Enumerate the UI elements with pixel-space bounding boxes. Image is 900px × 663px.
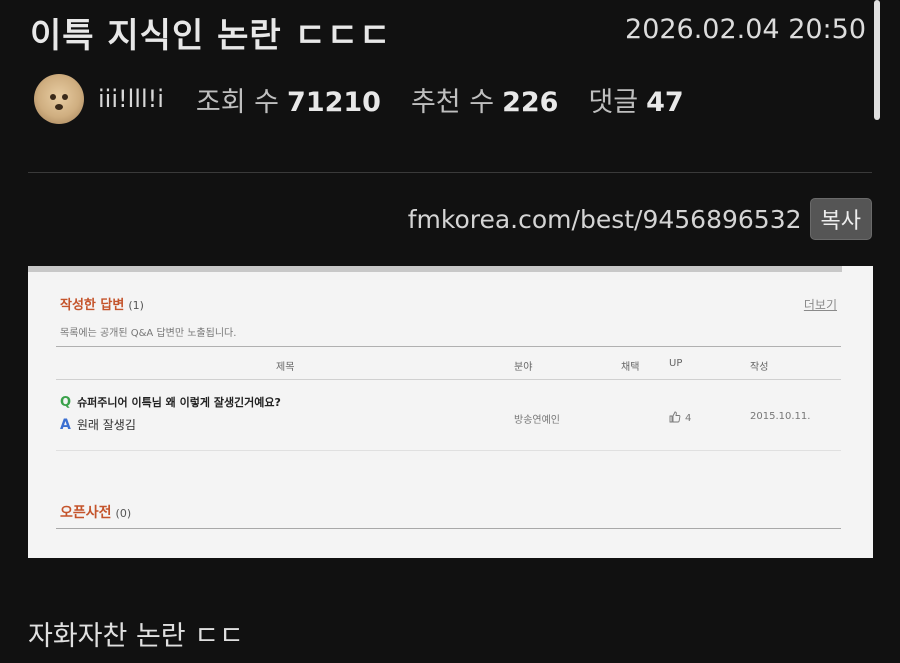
table-top-border [56,346,841,347]
question-text: 슈퍼주니어 이특님 왜 이렇게 잘생긴거예요? [77,396,281,409]
comments-stat[interactable]: 댓글 47 [588,80,683,119]
comments-count: 47 [646,86,684,118]
views-label: 조회 수 [195,86,280,118]
comments-label: 댓글 [588,86,639,118]
header-adopted: 채택 [621,362,640,373]
header-category: 분야 [514,362,533,373]
avatar-eye [62,94,68,100]
post-title: 이특 지식인 논란 ㄷㄷㄷ [30,16,392,56]
table-bottom-border [56,450,841,451]
answer-text: 원래 잘생김 [76,418,136,432]
answers-count: (1) [128,299,144,312]
header-up: UP [669,358,683,369]
dictionary-section-title: 오픈사전 (0) [60,502,131,522]
answer-mark: A [60,417,71,433]
row-category: 방송연예인 [514,415,560,426]
recommend-count: 226 [502,86,559,118]
embedded-screenshot: 작성한 답변 (1) 더보기 목록에는 공개된 Q&A 답변만 노출됩니다. 제목… [28,266,873,558]
header-divider [28,172,872,173]
avatar[interactable] [34,74,84,124]
question-mark: Q [60,395,72,410]
views-stat: 조회 수 71210 [196,80,381,119]
avatar-eye [50,94,56,100]
post-body-text: 자화자찬 논란 ㄷㄷ [28,621,244,652]
dictionary-section-border [56,528,841,529]
answers-section-label: 작성한 답변 [60,298,125,313]
header-title: 제목 [276,362,295,373]
recommend-label: 추천 수 [410,86,495,118]
views-count: 71210 [287,86,381,118]
more-link: 더보기 [803,298,837,312]
scrollbar[interactable] [874,0,880,120]
table-header-border [56,379,841,380]
answer-line: A 원래 잘생김 [60,416,136,433]
recommend-stat: 추천 수 226 [411,80,558,119]
post-datetime: 2026.02.04 20:50 [625,14,866,45]
answers-section-title: 작성한 답변 (1) [60,294,144,313]
header-date: 작성 [750,362,769,373]
copy-url-button[interactable]: 복사 [809,198,872,240]
row-up-count: 4 [685,413,692,424]
post-meta: iii!lll!i 조회 수 71210 추천 수 226 댓글 47 [34,74,714,124]
answers-note: 목록에는 공개된 Q&A 답변만 노출됩니다. [60,328,237,339]
thumbs-up-icon [669,411,681,423]
avatar-nose [55,104,63,110]
url-row: fmkorea.com/best/9456896532 복사 [408,198,872,240]
row-up: 4 [669,411,691,424]
row-date: 2015.10.11. [750,411,811,422]
dictionary-section-label: 오픈사전 [60,505,112,521]
question-line: Q 슈퍼주니어 이특님 왜 이렇게 잘생긴거예요? [60,394,281,410]
screenshot-top-bar [28,266,842,272]
dictionary-count: (0) [115,507,132,520]
author-name[interactable]: iii!lll!i [98,85,164,113]
post-url[interactable]: fmkorea.com/best/9456896532 [408,205,802,234]
